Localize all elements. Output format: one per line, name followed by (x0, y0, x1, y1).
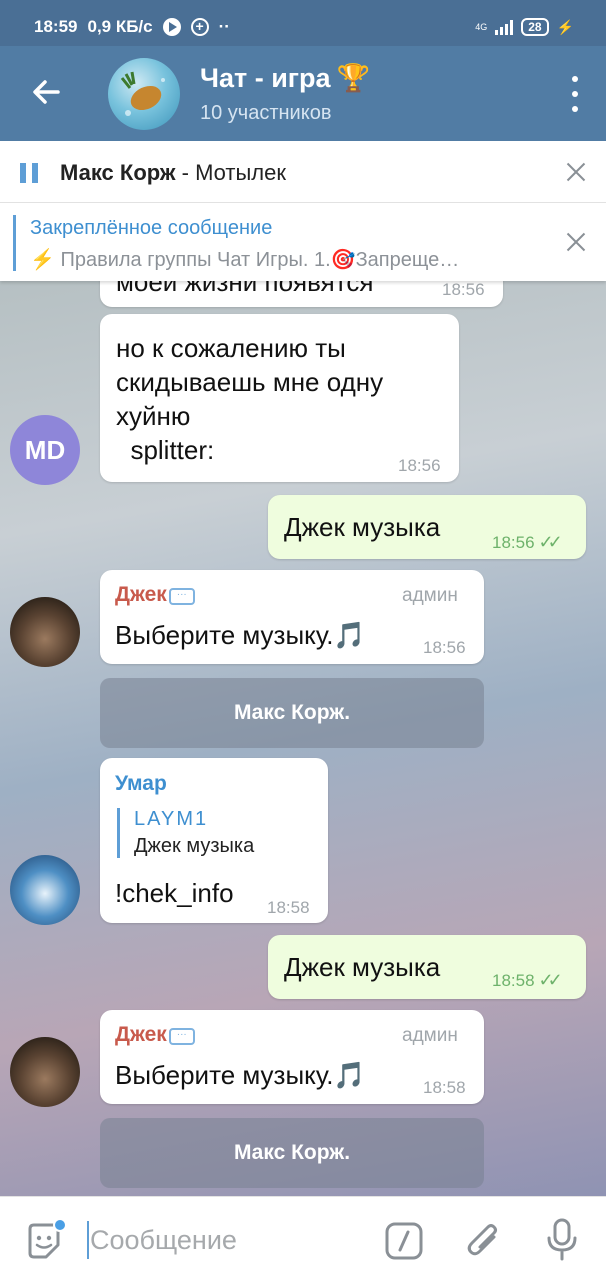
charging-icon: ⚡ (556, 18, 574, 35)
signal-icon (495, 19, 514, 35)
message-bubble-outgoing[interactable]: Джек музыка 18:56 ✓✓ (268, 495, 586, 559)
double-check-icon: ✓✓ (538, 532, 563, 552)
message-list[interactable]: моей жизни появятся 18:56 но к сожалению… (0, 281, 606, 1196)
sender-name[interactable]: Умар (115, 772, 167, 796)
message-bubble[interactable]: но к сожалению ты скидываешь мне одну ху… (100, 314, 459, 482)
now-playing[interactable]: Макс Корж - Мотылек (60, 160, 286, 186)
pinned-indicator (13, 215, 16, 271)
notification-dot (53, 1218, 67, 1232)
music-player-bar[interactable]: Макс Корж - Мотылек (0, 141, 606, 203)
pinned-text: ⚡ Правила группы Чат Игры. 1.🎯Запреще… (30, 249, 460, 271)
bot-icon: ··· (168, 1028, 195, 1046)
battery-icon: 28 (521, 18, 549, 36)
inline-keyboard-button[interactable]: Макс Корж. (100, 1118, 484, 1188)
track-artist: Макс Корж (60, 160, 176, 185)
trophy-icon: 🏆 (336, 63, 371, 93)
message-input[interactable]: Сообщение (90, 1225, 237, 1256)
avatar[interactable] (10, 1037, 80, 1107)
message-bubble[interactable]: Джек ··· админ Выберите музыку.🎵 18:58 (100, 1010, 484, 1104)
message-bubble[interactable]: Умар LAYM1 Джек музыка !chek_info 18:58 (100, 758, 328, 923)
pinned-title: Закреплённое сообщение (30, 217, 273, 239)
bot-icon: ··· (168, 588, 195, 606)
double-check-icon: ✓✓ (538, 970, 563, 990)
more-notifications-icon: ·· (218, 17, 230, 36)
message-bubble[interactable]: Джек ··· админ Выберите музыку.🎵 18:56 (100, 570, 484, 664)
avatar[interactable]: MD (10, 415, 80, 485)
track-title: Мотылек (195, 160, 286, 185)
chat-avatar[interactable] (108, 58, 180, 130)
admin-badge: админ (402, 1025, 458, 1046)
avatar[interactable] (10, 597, 80, 667)
inline-keyboard-button[interactable]: Макс Корж. (100, 678, 484, 748)
close-player-icon[interactable] (564, 160, 588, 184)
mic-icon[interactable] (544, 1217, 580, 1263)
attach-icon[interactable] (464, 1219, 504, 1263)
message-composer: Сообщение (0, 1196, 606, 1280)
chat-title[interactable]: Чат - игра 🏆 (200, 62, 370, 94)
network-type: 4G (475, 21, 488, 32)
reply-author: LAYM1 (134, 808, 209, 830)
pinned-message-bar[interactable]: Закреплённое сообщение ⚡ Правила группы … (0, 203, 606, 281)
pause-icon[interactable] (20, 163, 40, 183)
status-time: 18:59 (34, 17, 78, 36)
message-bubble-outgoing[interactable]: Джек музыка 18:58 ✓✓ (268, 935, 586, 999)
reply-quote[interactable]: LAYM1 Джек музыка (117, 808, 254, 858)
sender-name[interactable]: Джек (115, 1023, 167, 1046)
close-pinned-icon[interactable] (564, 230, 588, 254)
chat-header: Чат - игра 🏆 10 участников (0, 46, 606, 141)
status-net-speed: 0,9 КБ/с (87, 17, 153, 36)
admin-badge: админ (402, 585, 458, 606)
message-bubble[interactable]: моей жизни появятся 18:56 (100, 281, 503, 307)
more-vert-icon[interactable] (570, 76, 580, 112)
sender-name[interactable]: Джек (115, 583, 167, 606)
plus-circle-icon: + (190, 18, 209, 36)
bot-command-icon[interactable] (384, 1221, 424, 1261)
avatar[interactable] (10, 855, 80, 925)
status-bar: 18:59 0,9 КБ/с + ·· 4G 28 ⚡ (0, 0, 606, 46)
reply-text: Джек музыка (134, 835, 255, 857)
members-count: 10 участников (200, 102, 332, 124)
back-arrow-icon[interactable] (28, 74, 64, 110)
text-cursor (87, 1221, 89, 1259)
play-icon (162, 18, 181, 36)
